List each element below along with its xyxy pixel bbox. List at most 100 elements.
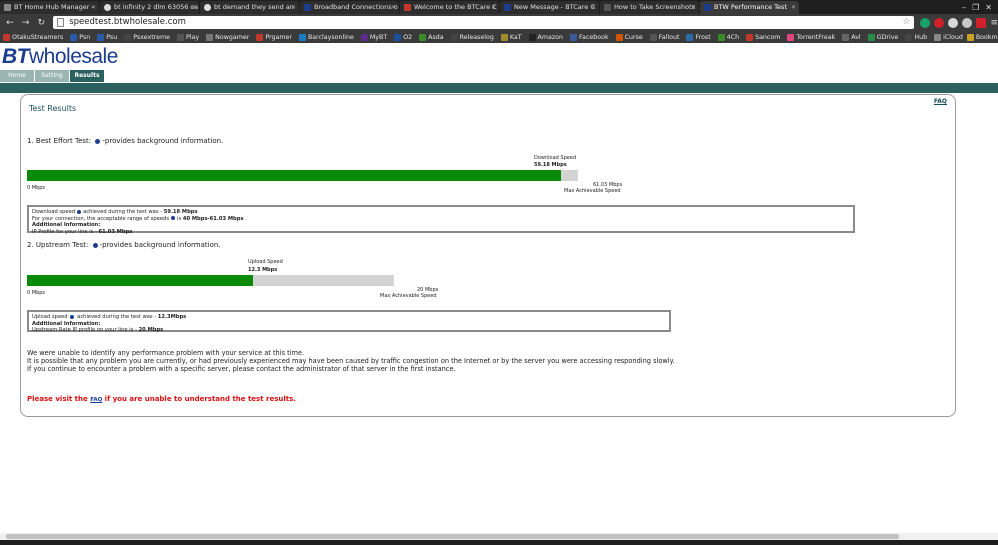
info-icon[interactable]	[92, 242, 98, 248]
bookmark-item[interactable]: Asda	[419, 33, 444, 41]
bt-favicon-icon	[4, 4, 11, 11]
bookmark-item[interactable]: Sancom	[746, 33, 780, 41]
window-controls: – ❐ ✕	[962, 3, 998, 12]
gmail-icon[interactable]	[976, 17, 987, 28]
close-tab-icon[interactable]: ✕	[291, 1, 296, 14]
reload-icon[interactable]: ↻	[35, 18, 47, 28]
browser-tab[interactable]: New Message - BTCare C ✕	[500, 1, 599, 14]
bookmark-favicon-icon	[649, 33, 657, 41]
bookmarks-folder[interactable]: Bookmarks	[966, 33, 998, 41]
bookmark-star-icon[interactable]: ☆	[902, 16, 910, 29]
browser-tab[interactable]: BT Home Hub Manager - ✕	[0, 1, 99, 14]
close-tab-icon[interactable]: ✕	[691, 1, 696, 14]
maximize-icon[interactable]: ❐	[972, 3, 979, 12]
info-icon[interactable]	[69, 314, 74, 319]
faq-link[interactable]: FAQ	[934, 98, 947, 105]
bookmark-item[interactable]: Psu	[97, 33, 117, 41]
bookmark-item[interactable]: Barclaysonline	[298, 33, 354, 41]
bt-favicon-icon	[504, 4, 511, 11]
close-tab-icon[interactable]: ✕	[91, 1, 96, 14]
bookmark-item[interactable]: Frost	[686, 33, 711, 41]
taskbar-strip	[0, 540, 998, 545]
browser-tab-active[interactable]: BTW Performance Test ✕	[700, 1, 799, 14]
bookmark-favicon-icon	[298, 33, 306, 41]
bookmark-item[interactable]: 4Ch	[717, 33, 739, 41]
extension-icon[interactable]	[920, 17, 931, 28]
bookmark-item[interactable]: Fallout	[649, 33, 679, 41]
bookmark-item[interactable]: O2	[394, 33, 412, 41]
bookmark-favicon-icon	[934, 33, 942, 41]
bookmark-item[interactable]: Psn	[70, 33, 90, 41]
browser-tab[interactable]: bt infinity 2 dlm 63056 ca ✕	[100, 1, 199, 14]
extension-icon[interactable]	[962, 17, 973, 28]
close-tab-icon[interactable]: ✕	[391, 1, 396, 14]
bookmark-item[interactable]: Play	[177, 33, 199, 41]
bookmark-item[interactable]: Psxextreme	[124, 33, 170, 41]
bookmark-favicon-icon	[500, 33, 508, 41]
browser-toolbar: ← → ↻ speedtest.btwholesale.com ☆ ≡	[0, 14, 998, 31]
bookmark-favicon-icon	[177, 33, 184, 41]
info-icon[interactable]	[77, 209, 82, 214]
upload-info-box: Upload speed achieved during the test wa…	[27, 310, 671, 333]
bookmark-item[interactable]: Curse	[615, 33, 643, 41]
bookmark-favicon-icon	[124, 33, 132, 41]
download-info-box: Download speed achieved during the test w…	[27, 205, 855, 235]
bookmark-item[interactable]: Avl	[842, 33, 861, 41]
back-icon[interactable]: ←	[4, 18, 16, 28]
bookmark-item[interactable]: Releaselog	[450, 33, 494, 41]
google-favicon-icon	[104, 4, 111, 11]
bookmark-item[interactable]: Nowgamer	[206, 33, 249, 41]
horizontal-scrollbar[interactable]	[0, 533, 998, 540]
bookmark-favicon-icon	[70, 33, 78, 41]
page-title: Test Results	[29, 104, 77, 113]
bookmark-item[interactable]: Facebook	[570, 33, 609, 41]
nav-tab-setting[interactable]: Setting	[35, 70, 69, 82]
adblock-icon[interactable]	[934, 17, 945, 28]
nav-tab-home[interactable]: Home	[0, 70, 34, 82]
browser-tab[interactable]: bt demand they send an ✕	[200, 1, 299, 14]
browser-tab[interactable]: Welcome to the BTCare C ✕	[400, 1, 499, 14]
bt-favicon-icon	[304, 4, 311, 11]
bookmark-item[interactable]: GDrive	[867, 33, 898, 41]
bookmark-favicon-icon	[686, 33, 694, 41]
info-icon[interactable]	[95, 138, 101, 144]
address-bar[interactable]: speedtest.btwholesale.com ☆	[53, 16, 915, 29]
faq-inline-link[interactable]: FAQ	[90, 397, 102, 403]
close-tab-icon[interactable]: ✕	[191, 1, 196, 14]
menu-icon[interactable]: ≡	[990, 18, 998, 28]
page-info-icon[interactable]	[57, 18, 65, 27]
browser-tab[interactable]: Broadband Connections o ✕	[300, 1, 399, 14]
browser-tab[interactable]: How to Take Screenshots ✕	[600, 1, 699, 14]
download-speed-label: Download Speed	[534, 155, 577, 161]
bookmark-item[interactable]: iCloud	[934, 33, 963, 41]
forward-icon[interactable]: →	[20, 18, 32, 28]
bookmark-item[interactable]: Hub	[905, 33, 927, 41]
minimize-icon[interactable]: –	[962, 3, 966, 12]
upload-max-label: Max Achievable Speed	[380, 293, 437, 299]
bookmark-favicon-icon	[256, 33, 264, 41]
bookmark-favicon-icon	[842, 33, 850, 41]
upload-min-label: 0 Mbps	[27, 290, 46, 296]
nav-tab-results[interactable]: Results	[70, 70, 104, 82]
bt-wholesale-logo: BTwholesale	[2, 45, 118, 68]
faq-visit-note: Please visit the FAQ if you are unable t…	[27, 395, 296, 403]
extension-icon[interactable]	[948, 17, 959, 28]
upload-speed-bar	[27, 275, 394, 286]
address-url: speedtest.btwholesale.com	[69, 17, 186, 27]
bookmark-item[interactable]: Amazon	[528, 33, 563, 41]
bookmark-item[interactable]: Prgamer	[256, 33, 292, 41]
scrollbar-thumb[interactable]	[6, 534, 899, 539]
info-icon[interactable]	[171, 216, 176, 220]
bookmark-favicon-icon	[905, 33, 913, 41]
bookmark-item[interactable]: KaT	[500, 33, 522, 41]
bookmark-favicon-icon	[394, 33, 402, 41]
bookmark-item[interactable]: MyBT	[360, 33, 387, 41]
close-window-icon[interactable]: ✕	[985, 3, 992, 12]
close-tab-icon[interactable]: ✕	[491, 1, 496, 14]
results-panel: Test Results FAQ 1. Best Effort Test: -p…	[20, 94, 956, 417]
close-tab-icon[interactable]: ✕	[791, 1, 796, 14]
bookmark-item[interactable]: OtakuStreamers	[3, 33, 63, 41]
download-min-label: 0 Mbps	[27, 185, 46, 191]
bookmark-item[interactable]: TorrentFreak	[787, 33, 835, 41]
close-tab-icon[interactable]: ✕	[591, 1, 596, 14]
